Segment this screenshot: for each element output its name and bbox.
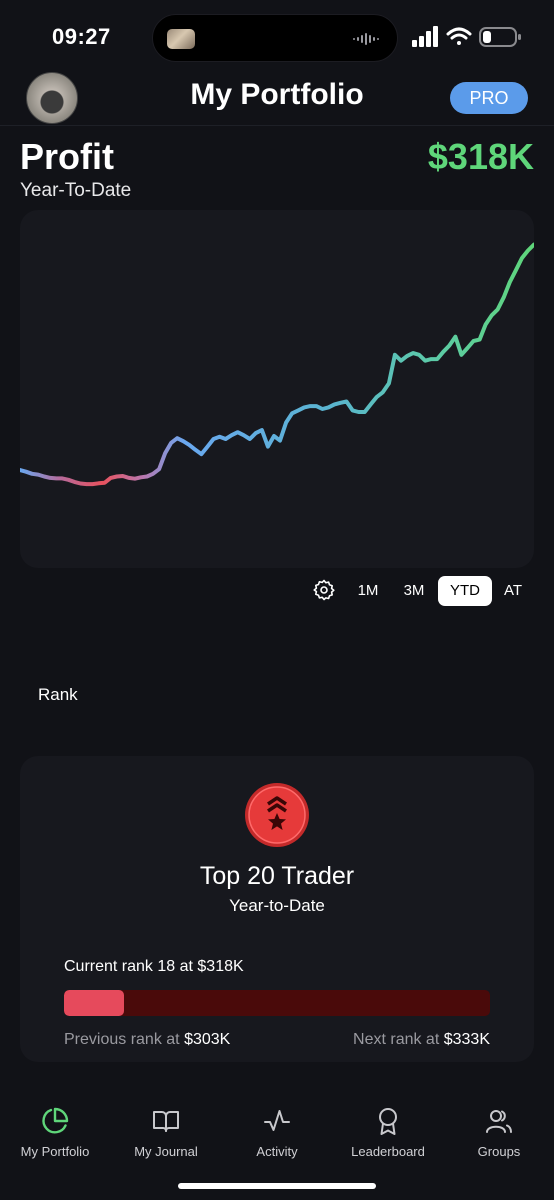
- book-icon: [153, 1111, 179, 1132]
- status-time: 09:27: [52, 24, 111, 49]
- tab-my-journal[interactable]: My Journal: [111, 1106, 221, 1159]
- app-header: My Portfolio PRO: [0, 70, 554, 126]
- tab-activity[interactable]: Activity: [222, 1106, 332, 1159]
- activity-icon: [264, 1110, 290, 1131]
- profit-chart[interactable]: [20, 210, 534, 568]
- tab-label: Leaderboard: [351, 1144, 425, 1159]
- range-ytd-button[interactable]: YTD: [438, 576, 492, 606]
- battery-icon: [479, 27, 521, 47]
- signal-icon: [412, 26, 438, 47]
- status-bar: 09:27: [0, 0, 554, 70]
- rank-heading: Rank: [38, 685, 78, 704]
- tab-groups[interactable]: Groups: [444, 1106, 554, 1159]
- next-rank-amount: $333K: [443, 1031, 490, 1048]
- rank-card[interactable]: Top 20 Trader Year-to-Date Current rank …: [20, 756, 534, 1062]
- profit-series-line: [20, 242, 534, 487]
- current-rank-text: Current rank 18 at $318K: [64, 958, 244, 975]
- now-playing-thumbnail: [167, 29, 195, 49]
- rank-title: Top 20 Trader: [199, 862, 355, 890]
- range-all-time-button[interactable]: AT: [496, 576, 530, 606]
- wifi-icon: [446, 27, 472, 45]
- profit-label: Profit: [20, 136, 114, 177]
- audio-wave-icon: [353, 33, 379, 45]
- profit-line-chart: [20, 242, 534, 487]
- rank-period: Year-to-Date: [229, 896, 325, 915]
- pro-button[interactable]: PRO: [450, 82, 528, 114]
- tab-my-portfolio[interactable]: My Portfolio: [0, 1106, 110, 1159]
- range-1m-button[interactable]: 1M: [348, 576, 388, 606]
- previous-rank-amount: $303K: [184, 1031, 231, 1048]
- range-3m-button[interactable]: 3M: [394, 576, 434, 606]
- next-rank-label: Next rank at: [353, 1031, 440, 1048]
- tab-label: My Journal: [134, 1144, 198, 1159]
- previous-rank-label: Previous rank at: [64, 1031, 180, 1048]
- rank-progress-fill: [64, 990, 124, 1016]
- tab-leaderboard[interactable]: Leaderboard: [333, 1106, 443, 1159]
- profit-period: Year-To-Date: [20, 180, 132, 201]
- tab-label: Activity: [256, 1144, 298, 1159]
- status-icons: [412, 26, 521, 47]
- profit-value: $318K: [427, 136, 534, 177]
- award-icon: [379, 1108, 397, 1135]
- next-rank-text: Next rank at $333K: [353, 1031, 490, 1049]
- previous-rank-text: Previous rank at $303K: [64, 1031, 230, 1049]
- pie-chart-icon: [42, 1107, 69, 1134]
- tab-label: Groups: [477, 1144, 521, 1159]
- dynamic-island[interactable]: [152, 14, 398, 62]
- tab-label: My Portfolio: [20, 1144, 90, 1159]
- gear-icon[interactable]: [312, 578, 336, 602]
- home-indicator: [178, 1183, 376, 1189]
- rank-chevrons-star-icon: [245, 783, 309, 847]
- rank-progress-bar: [64, 990, 490, 1016]
- users-icon: [486, 1110, 512, 1133]
